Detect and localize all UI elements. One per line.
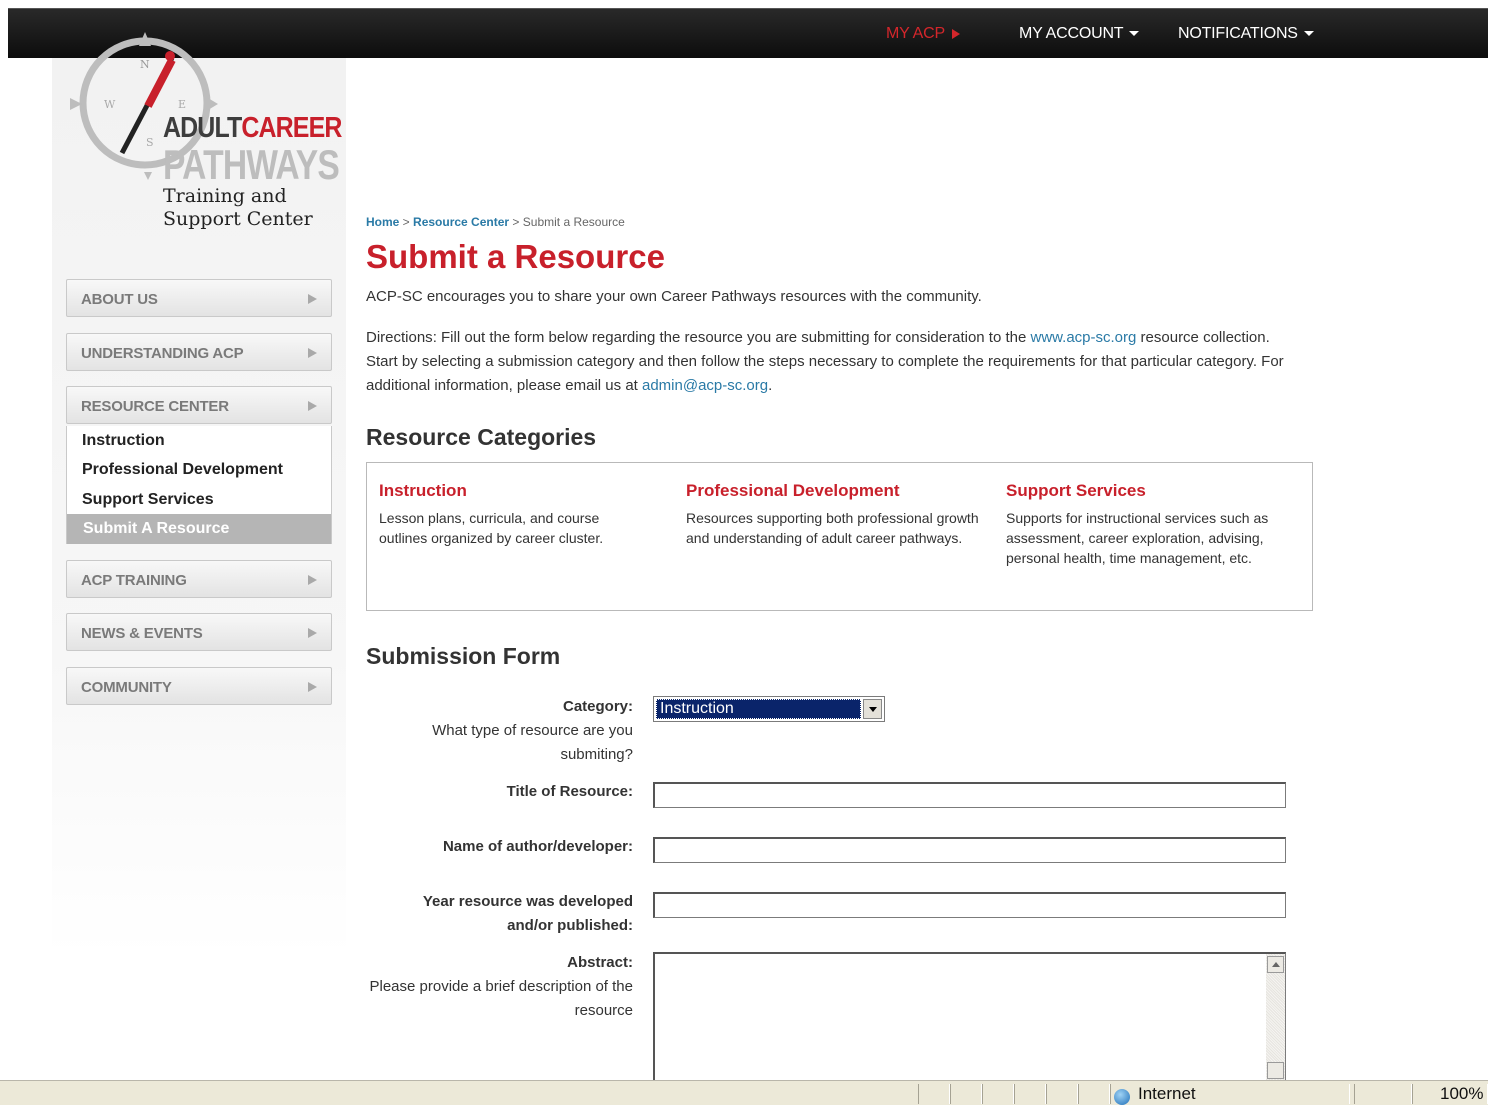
my-acp-label: MY ACP <box>886 25 945 42</box>
breadcrumb-current: Submit a Resource <box>522 215 625 229</box>
submenu-item-submit-a-resource[interactable]: Submit A Resource <box>67 514 331 544</box>
dropdown-arrow-icon[interactable] <box>863 699 882 719</box>
sidebar-item-label: RESOURCE CENTER <box>81 398 229 415</box>
notifications-label: NOTIFICATIONS <box>1178 25 1298 42</box>
zoom-level[interactable]: 100% <box>1440 1084 1483 1104</box>
resource-categories-box: Instruction Lesson plans, curricula, and… <box>366 462 1313 611</box>
sidebar-item-label: UNDERSTANDING ACP <box>81 345 244 362</box>
logo-line-2: PATHWAYS <box>163 141 340 188</box>
my-account-menu[interactable]: MY ACCOUNT <box>1019 25 1140 43</box>
resource-categories-heading: Resource Categories <box>366 424 597 450</box>
intro-text: ACP-SC encourages you to share your own … <box>366 288 982 305</box>
svg-text:N: N <box>140 58 150 71</box>
category-support-services: Support Services Supports for instructio… <box>1006 481 1296 568</box>
breadcrumb-resource-center-link[interactable]: Resource Center <box>413 215 509 229</box>
svg-text:W: W <box>104 98 116 111</box>
abstract-field-label: Abstract: Please provide a brief descript… <box>369 954 634 1019</box>
scroll-up-icon[interactable] <box>1267 956 1284 973</box>
page-title: Submit a Resource <box>366 238 665 275</box>
submenu-item-label: Submit A Resource <box>83 520 230 537</box>
category-professional-development: Professional Development Resources suppo… <box>686 481 986 548</box>
scroll-down-icon[interactable] <box>1267 1062 1284 1079</box>
directions-label: Directions <box>366 329 433 346</box>
notifications-menu[interactable]: NOTIFICATIONS <box>1178 25 1314 43</box>
category-select[interactable]: Instruction <box>653 696 885 722</box>
browser-status-bar: Internet 100% <box>0 1080 1488 1105</box>
category-description: Lesson plans, curricula, and course outl… <box>379 510 604 546</box>
arrow-right-icon <box>308 682 317 692</box>
category-title[interactable]: Support Services <box>1006 481 1296 501</box>
author-field-label: Name of author/developer: <box>442 838 633 855</box>
logo-subtitle: Training and Support Center <box>163 185 313 230</box>
status-pane <box>1078 1084 1110 1104</box>
site-logo[interactable]: N W E S ADULTCAREER PATHWAYS Training an… <box>60 28 350 238</box>
svg-text:E: E <box>178 98 186 111</box>
submenu-item-support-services[interactable]: Support Services <box>82 491 214 509</box>
sidebar-item-news-events[interactable]: NEWS & EVENTS <box>66 613 332 651</box>
title-field-label: Title of Resource: <box>506 783 633 800</box>
status-pane <box>918 1084 950 1104</box>
globe-icon <box>1114 1089 1130 1105</box>
author-input[interactable] <box>653 837 1286 863</box>
sidebar-item-label: ABOUT US <box>81 291 158 308</box>
sidebar-item-label: COMMUNITY <box>81 679 172 696</box>
category-instruction: Instruction Lesson plans, curricula, and… <box>379 481 649 548</box>
window-top-edge <box>0 0 1488 8</box>
sidebar-item-understanding-acp[interactable]: UNDERSTANDING ACP <box>66 333 332 371</box>
sidebar-item-label: NEWS & EVENTS <box>81 625 203 642</box>
category-description: Resources supporting both professional g… <box>686 510 979 546</box>
svg-text:S: S <box>146 136 154 149</box>
play-arrow-icon <box>951 28 960 39</box>
security-zone-label: Internet <box>1138 1084 1196 1103</box>
caret-down-icon <box>1129 31 1140 37</box>
breadcrumb: Home > Resource Center > Submit a Resour… <box>366 215 625 229</box>
breadcrumb-separator: > <box>509 215 523 229</box>
year-field-label: Year resource was developed and/or publi… <box>422 893 633 934</box>
category-description: Supports for instructional services such… <box>1006 510 1269 566</box>
sidebar-item-acp-training[interactable]: ACP TRAINING <box>66 560 332 598</box>
sidebar-item-label: ACP TRAINING <box>81 572 187 589</box>
caret-down-icon <box>1303 31 1314 37</box>
my-acp-link[interactable]: MY ACP <box>886 25 960 43</box>
my-account-label: MY ACCOUNT <box>1019 25 1124 42</box>
sidebar-item-about-us[interactable]: ABOUT US <box>66 279 332 317</box>
site-link[interactable]: www.acp-sc.org <box>1031 329 1137 346</box>
protected-mode-pane[interactable] <box>1354 1084 1412 1104</box>
resource-center-submenu: Instruction Professional Development Sup… <box>66 426 332 544</box>
title-input[interactable] <box>653 782 1286 808</box>
category-select-value: Instruction <box>656 699 861 719</box>
email-link[interactable]: admin@acp-sc.org <box>642 377 768 394</box>
arrow-right-icon <box>308 401 317 411</box>
status-pane <box>950 1084 982 1104</box>
directions-text: Directions: Fill out the form below rega… <box>366 329 1284 394</box>
arrow-right-icon <box>308 348 317 358</box>
status-pane <box>1014 1084 1046 1104</box>
submission-form-heading: Submission Form <box>366 643 561 669</box>
status-pane <box>1046 1084 1078 1104</box>
arrow-right-icon <box>308 294 317 304</box>
status-pane <box>982 1084 1014 1104</box>
arrow-right-icon <box>308 575 317 585</box>
breadcrumb-separator: > <box>399 215 414 229</box>
sidebar-item-resource-center[interactable]: RESOURCE CENTER <box>66 386 332 424</box>
sidebar-item-community[interactable]: COMMUNITY <box>66 667 332 705</box>
year-input[interactable] <box>653 892 1286 918</box>
submenu-item-instruction[interactable]: Instruction <box>82 432 165 450</box>
breadcrumb-home-link[interactable]: Home <box>366 215 399 229</box>
category-field-label: Category: What type of resource are you s… <box>432 698 633 763</box>
submenu-item-professional-development[interactable]: Professional Development <box>82 461 283 479</box>
arrow-right-icon <box>308 628 317 638</box>
abstract-textarea[interactable] <box>653 952 1286 1092</box>
category-title[interactable]: Professional Development <box>686 481 986 501</box>
category-title[interactable]: Instruction <box>379 481 649 501</box>
